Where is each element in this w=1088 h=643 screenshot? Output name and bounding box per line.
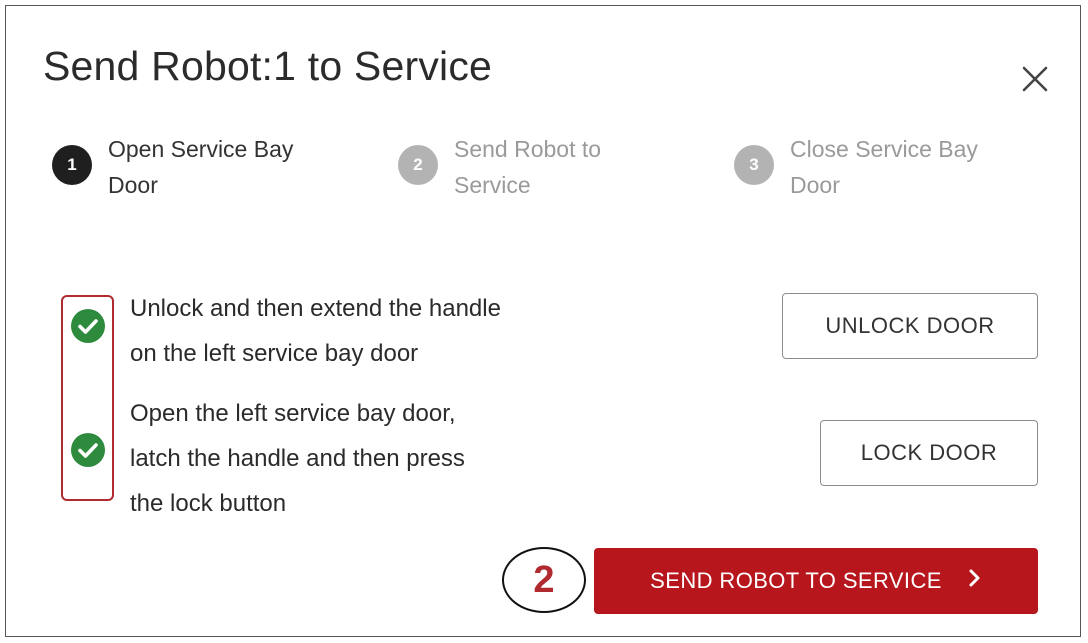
step-label: Close Service Bay Door [790, 136, 978, 198]
step-number-annotation: 2 [502, 547, 586, 613]
step-3: 3 Close Service Bay Door [734, 131, 1020, 203]
step-number-badge: 2 [398, 145, 438, 185]
send-robot-label: SEND ROBOT TO SERVICE [650, 568, 942, 593]
task-line: the lock button [130, 490, 287, 517]
step-label: Open Service Bay Door [108, 136, 294, 198]
task-1-instructions: Unlock and then extend the handle on the… [130, 286, 501, 376]
step-number-badge: 1 [52, 145, 92, 185]
lock-door-button[interactable]: LOCK DOOR [820, 420, 1038, 486]
send-robot-to-service-button[interactable]: SEND ROBOT TO SERVICE [594, 548, 1038, 614]
send-robot-dialog: Send Robot:1 to Service 1 Open Service B… [5, 5, 1081, 637]
check-circle-icon [70, 432, 106, 468]
check-circle-icon [70, 308, 106, 344]
close-icon[interactable] [1012, 58, 1056, 102]
dialog-title: Send Robot:1 to Service [43, 43, 493, 89]
unlock-door-button[interactable]: UNLOCK DOOR [782, 293, 1038, 359]
step-1: 1 Open Service Bay Door [52, 131, 328, 203]
task-2-instructions: Open the left service bay door, latch th… [130, 391, 465, 526]
chevron-right-icon [968, 567, 982, 595]
task-line: latch the handle and then press [130, 445, 465, 472]
task-line: Open the left service bay door, [130, 400, 456, 427]
step-label: Send Robot to Service [454, 136, 602, 198]
task-line: Unlock and then extend the handle [130, 295, 501, 322]
step-number-badge: 3 [734, 145, 774, 185]
step-2: 2 Send Robot to Service [398, 131, 644, 203]
task-line: on the left service bay door [130, 340, 419, 367]
